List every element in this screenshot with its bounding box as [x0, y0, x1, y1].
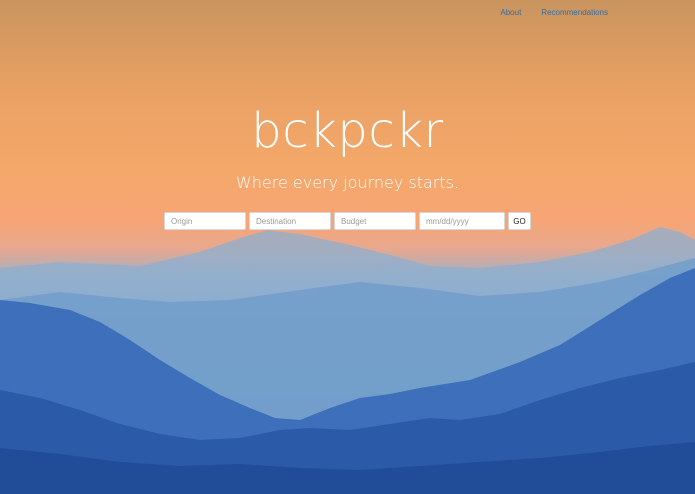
origin-input[interactable]	[164, 212, 246, 230]
trip-search-form: GO	[164, 212, 531, 230]
destination-input[interactable]	[249, 212, 331, 230]
mountain-landscape	[0, 227, 695, 494]
hero-background	[0, 0, 695, 494]
date-input[interactable]	[419, 212, 505, 230]
top-navigation: About Recommendations	[500, 8, 608, 17]
site-tagline: Where every journey starts.	[235, 173, 460, 192]
budget-input[interactable]	[334, 212, 416, 230]
go-button[interactable]: GO	[508, 212, 531, 230]
nav-link-about[interactable]: About	[500, 8, 521, 17]
site-title: bckpckr	[251, 103, 444, 159]
nav-link-recommendations[interactable]: Recommendations	[541, 8, 608, 17]
